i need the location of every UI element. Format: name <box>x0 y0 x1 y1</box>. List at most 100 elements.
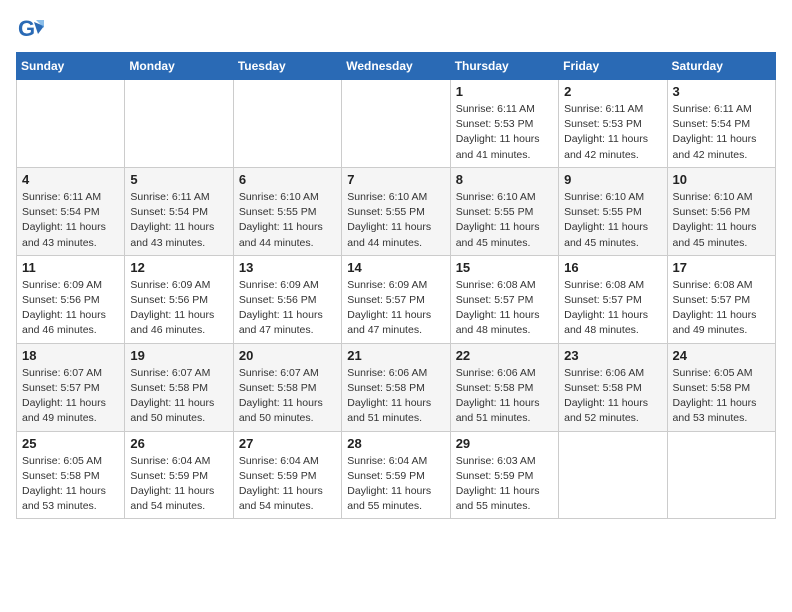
calendar-cell: 14 Sunrise: 6:09 AMSunset: 5:57 PMDayligh… <box>342 255 450 343</box>
day-info: Sunrise: 6:07 AMSunset: 5:57 PMDaylight:… <box>22 366 119 427</box>
calendar-cell: 15 Sunrise: 6:08 AMSunset: 5:57 PMDayligh… <box>450 255 558 343</box>
calendar-cell: 3 Sunrise: 6:11 AMSunset: 5:54 PMDaylight… <box>667 80 775 168</box>
calendar-header: SundayMondayTuesdayWednesdayThursdayFrid… <box>17 53 776 80</box>
day-number: 4 <box>22 172 119 187</box>
day-info: Sunrise: 6:11 AMSunset: 5:53 PMDaylight:… <box>456 102 553 163</box>
day-number: 21 <box>347 348 444 363</box>
week-row-2: 4 Sunrise: 6:11 AMSunset: 5:54 PMDaylight… <box>17 167 776 255</box>
day-info: Sunrise: 6:11 AMSunset: 5:53 PMDaylight:… <box>564 102 661 163</box>
day-number: 16 <box>564 260 661 275</box>
day-info: Sunrise: 6:04 AMSunset: 5:59 PMDaylight:… <box>130 454 227 515</box>
calendar-cell: 22 Sunrise: 6:06 AMSunset: 5:58 PMDayligh… <box>450 343 558 431</box>
header-row: SundayMondayTuesdayWednesdayThursdayFrid… <box>17 53 776 80</box>
logo-icon: G <box>16 16 44 44</box>
day-info: Sunrise: 6:04 AMSunset: 5:59 PMDaylight:… <box>239 454 336 515</box>
day-header-sunday: Sunday <box>17 53 125 80</box>
day-info: Sunrise: 6:06 AMSunset: 5:58 PMDaylight:… <box>564 366 661 427</box>
day-number: 14 <box>347 260 444 275</box>
day-number: 6 <box>239 172 336 187</box>
calendar-cell: 6 Sunrise: 6:10 AMSunset: 5:55 PMDaylight… <box>233 167 341 255</box>
day-number: 29 <box>456 436 553 451</box>
day-number: 25 <box>22 436 119 451</box>
calendar-cell <box>667 431 775 519</box>
day-info: Sunrise: 6:11 AMSunset: 5:54 PMDaylight:… <box>673 102 770 163</box>
day-number: 2 <box>564 84 661 99</box>
day-info: Sunrise: 6:10 AMSunset: 5:55 PMDaylight:… <box>456 190 553 251</box>
day-number: 9 <box>564 172 661 187</box>
week-row-4: 18Sunrise: 6:07 AMSunset: 5:57 PMDayligh… <box>17 343 776 431</box>
day-number: 27 <box>239 436 336 451</box>
calendar-cell: 5 Sunrise: 6:11 AMSunset: 5:54 PMDaylight… <box>125 167 233 255</box>
calendar-cell <box>17 80 125 168</box>
week-row-3: 11Sunrise: 6:09 AMSunset: 5:56 PMDayligh… <box>17 255 776 343</box>
calendar-cell: 19 Sunrise: 6:07 AMSunset: 5:58 PMDayligh… <box>125 343 233 431</box>
calendar-cell: 9 Sunrise: 6:10 AMSunset: 5:55 PMDaylight… <box>559 167 667 255</box>
calendar-cell: 29 Sunrise: 6:03 AMSunset: 5:59 PMDayligh… <box>450 431 558 519</box>
day-header-saturday: Saturday <box>667 53 775 80</box>
day-number: 7 <box>347 172 444 187</box>
calendar-cell: 10Sunrise: 6:10 AMSunset: 5:56 PMDayligh… <box>667 167 775 255</box>
calendar-cell: 23 Sunrise: 6:06 AMSunset: 5:58 PMDayligh… <box>559 343 667 431</box>
day-header-friday: Friday <box>559 53 667 80</box>
calendar-cell: 1 Sunrise: 6:11 AMSunset: 5:53 PMDaylight… <box>450 80 558 168</box>
page-header: G <box>16 16 776 44</box>
day-info: Sunrise: 6:05 AMSunset: 5:58 PMDaylight:… <box>22 454 119 515</box>
calendar-cell <box>125 80 233 168</box>
calendar-cell: 27 Sunrise: 6:04 AMSunset: 5:59 PMDayligh… <box>233 431 341 519</box>
day-info: Sunrise: 6:03 AMSunset: 5:59 PMDaylight:… <box>456 454 553 515</box>
day-info: Sunrise: 6:09 AMSunset: 5:56 PMDaylight:… <box>130 278 227 339</box>
day-number: 12 <box>130 260 227 275</box>
calendar-body: 1 Sunrise: 6:11 AMSunset: 5:53 PMDaylight… <box>17 80 776 519</box>
day-number: 22 <box>456 348 553 363</box>
calendar-cell: 18Sunrise: 6:07 AMSunset: 5:57 PMDayligh… <box>17 343 125 431</box>
calendar-cell: 28 Sunrise: 6:04 AMSunset: 5:59 PMDayligh… <box>342 431 450 519</box>
calendar-cell <box>233 80 341 168</box>
day-number: 19 <box>130 348 227 363</box>
day-number: 28 <box>347 436 444 451</box>
day-info: Sunrise: 6:07 AMSunset: 5:58 PMDaylight:… <box>130 366 227 427</box>
day-info: Sunrise: 6:07 AMSunset: 5:58 PMDaylight:… <box>239 366 336 427</box>
calendar-cell: 25 Sunrise: 6:05 AMSunset: 5:58 PMDayligh… <box>17 431 125 519</box>
day-header-wednesday: Wednesday <box>342 53 450 80</box>
day-info: Sunrise: 6:08 AMSunset: 5:57 PMDaylight:… <box>564 278 661 339</box>
day-number: 23 <box>564 348 661 363</box>
calendar-cell: 7Sunrise: 6:10 AMSunset: 5:55 PMDaylight… <box>342 167 450 255</box>
calendar-cell: 16 Sunrise: 6:08 AMSunset: 5:57 PMDayligh… <box>559 255 667 343</box>
day-header-tuesday: Tuesday <box>233 53 341 80</box>
day-info: Sunrise: 6:11 AMSunset: 5:54 PMDaylight:… <box>22 190 119 251</box>
day-number: 8 <box>456 172 553 187</box>
logo: G <box>16 16 48 44</box>
day-header-thursday: Thursday <box>450 53 558 80</box>
calendar-cell: 21 Sunrise: 6:06 AMSunset: 5:58 PMDayligh… <box>342 343 450 431</box>
day-info: Sunrise: 6:11 AMSunset: 5:54 PMDaylight:… <box>130 190 227 251</box>
calendar-cell: 11Sunrise: 6:09 AMSunset: 5:56 PMDayligh… <box>17 255 125 343</box>
day-info: Sunrise: 6:08 AMSunset: 5:57 PMDaylight:… <box>673 278 770 339</box>
day-number: 3 <box>673 84 770 99</box>
day-info: Sunrise: 6:10 AMSunset: 5:55 PMDaylight:… <box>564 190 661 251</box>
day-number: 10 <box>673 172 770 187</box>
day-number: 20 <box>239 348 336 363</box>
day-info: Sunrise: 6:06 AMSunset: 5:58 PMDaylight:… <box>456 366 553 427</box>
calendar-table: SundayMondayTuesdayWednesdayThursdayFrid… <box>16 52 776 519</box>
calendar-cell: 17Sunrise: 6:08 AMSunset: 5:57 PMDayligh… <box>667 255 775 343</box>
day-number: 13 <box>239 260 336 275</box>
day-info: Sunrise: 6:09 AMSunset: 5:56 PMDaylight:… <box>239 278 336 339</box>
day-number: 24 <box>673 348 770 363</box>
day-number: 26 <box>130 436 227 451</box>
day-info: Sunrise: 6:09 AMSunset: 5:56 PMDaylight:… <box>22 278 119 339</box>
week-row-5: 25 Sunrise: 6:05 AMSunset: 5:58 PMDayligh… <box>17 431 776 519</box>
day-info: Sunrise: 6:05 AMSunset: 5:58 PMDaylight:… <box>673 366 770 427</box>
calendar-cell <box>342 80 450 168</box>
day-info: Sunrise: 6:06 AMSunset: 5:58 PMDaylight:… <box>347 366 444 427</box>
day-number: 1 <box>456 84 553 99</box>
day-header-monday: Monday <box>125 53 233 80</box>
day-info: Sunrise: 6:10 AMSunset: 5:55 PMDaylight:… <box>239 190 336 251</box>
calendar-cell: 20 Sunrise: 6:07 AMSunset: 5:58 PMDayligh… <box>233 343 341 431</box>
day-info: Sunrise: 6:09 AMSunset: 5:57 PMDaylight:… <box>347 278 444 339</box>
day-number: 15 <box>456 260 553 275</box>
week-row-1: 1 Sunrise: 6:11 AMSunset: 5:53 PMDaylight… <box>17 80 776 168</box>
day-info: Sunrise: 6:08 AMSunset: 5:57 PMDaylight:… <box>456 278 553 339</box>
calendar-cell: 8 Sunrise: 6:10 AMSunset: 5:55 PMDaylight… <box>450 167 558 255</box>
day-number: 5 <box>130 172 227 187</box>
day-info: Sunrise: 6:04 AMSunset: 5:59 PMDaylight:… <box>347 454 444 515</box>
